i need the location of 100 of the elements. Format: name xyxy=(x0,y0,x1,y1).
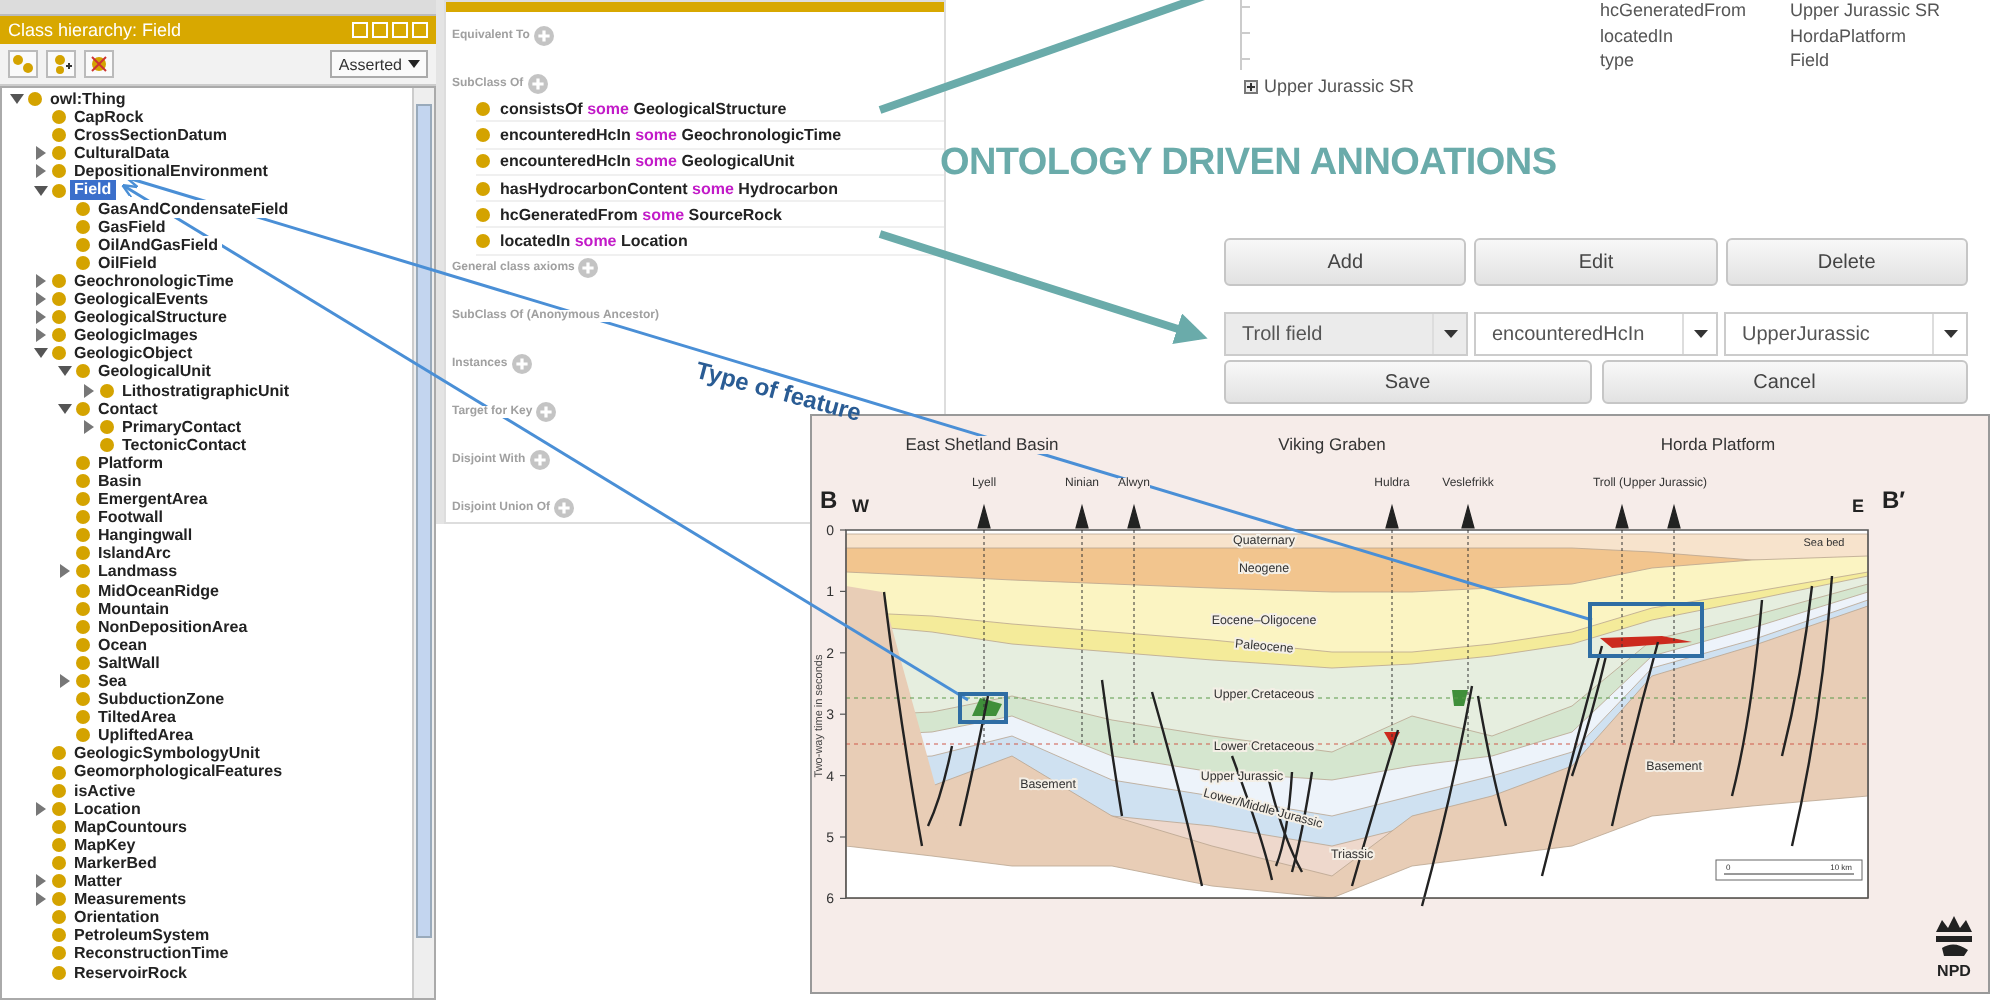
tree-item[interactable]: Landmass xyxy=(94,562,182,582)
tree-item[interactable]: SubductionZone xyxy=(94,690,229,709)
scrollbar[interactable] xyxy=(412,88,434,998)
axiom-text[interactable]: encounteredHcIn some GeologicalUnit xyxy=(500,152,795,171)
expand-triangle-icon[interactable] xyxy=(34,801,48,816)
form-button[interactable]: Cancel xyxy=(1601,360,1968,404)
tree-item[interactable]: ReconstructionTime xyxy=(70,944,233,963)
expand-triangle-icon[interactable] xyxy=(34,292,48,307)
panel-title: Class hierarchy: Field xyxy=(8,20,182,40)
add-sibling-button[interactable] xyxy=(46,50,76,78)
tree-item[interactable]: Orientation xyxy=(70,908,164,927)
tree-item[interactable]: TiltedArea xyxy=(94,708,180,727)
section-end-label: B xyxy=(820,486,838,514)
form-button[interactable]: Add xyxy=(1224,238,1467,286)
tree-item[interactable]: CapRock xyxy=(70,108,148,127)
collapse-triangle-icon[interactable] xyxy=(58,364,72,379)
tree-item[interactable]: Upper Jurassic SR xyxy=(1264,76,1415,96)
property-name: type xyxy=(1600,50,1637,73)
tree-item[interactable]: PetroleumSystem xyxy=(70,926,214,945)
tree-item[interactable]: GeologicImages xyxy=(70,326,202,345)
expand-triangle-icon[interactable] xyxy=(82,383,96,398)
expand-triangle-icon[interactable] xyxy=(34,273,48,288)
tree-item[interactable]: Footwall xyxy=(94,508,167,527)
delete-class-button[interactable] xyxy=(84,50,114,78)
tree-item[interactable]: Contact xyxy=(94,399,162,418)
tree-item[interactable]: SaltWall xyxy=(94,653,164,672)
tree-item[interactable]: GeomorphologicalFeatures xyxy=(70,762,287,782)
expand-triangle-icon[interactable] xyxy=(34,164,48,179)
select-field[interactable]: encounteredHcIn xyxy=(1474,312,1718,356)
tree-item[interactable]: CrossSectionDatum xyxy=(70,126,231,145)
oil-rig-icon xyxy=(1075,503,1089,529)
form-button[interactable]: Save xyxy=(1224,360,1591,404)
tree-item[interactable]: NonDepositionArea xyxy=(94,617,252,636)
tree-item[interactable]: PrimaryContact xyxy=(118,417,246,436)
collapse-triangle-icon[interactable] xyxy=(34,183,48,198)
tree-item[interactable]: MidOceanRidge xyxy=(94,581,223,600)
oil-rig-icon xyxy=(1461,503,1475,529)
section-end-label: E xyxy=(1852,496,1865,516)
caret-icon xyxy=(408,60,420,68)
tree-item[interactable]: GeologicalUnit xyxy=(94,362,215,381)
tree-item[interactable]: OilAndGasField xyxy=(94,235,223,254)
tree-item[interactable]: GeologicalStructure xyxy=(70,308,231,327)
tree-item[interactable]: Platform xyxy=(94,453,167,472)
tree-item[interactable]: MapCountours xyxy=(70,817,191,836)
crown-logo-icon xyxy=(1936,916,1972,956)
tree-item[interactable]: GeologicSymbologyUnit xyxy=(70,744,264,763)
add-subclass-icon xyxy=(12,54,34,74)
caret-icon xyxy=(1443,330,1457,338)
region-label: Horda Platform xyxy=(1660,436,1776,453)
collapse-triangle-icon[interactable] xyxy=(34,346,48,361)
tree-item[interactable]: Measurements xyxy=(70,890,191,909)
tree-item[interactable]: owl:Thing xyxy=(46,90,130,109)
tree-item[interactable]: GeochronologicTime xyxy=(70,271,238,291)
oil-rig-icon xyxy=(977,503,991,529)
axiom-text[interactable]: hcGeneratedFrom some SourceRock xyxy=(500,205,782,224)
tree-item[interactable]: Sea xyxy=(94,672,131,691)
view-mode-dropdown[interactable]: Asserted xyxy=(330,50,428,78)
tree-item[interactable]: EmergentArea xyxy=(94,490,212,509)
tree-item[interactable]: IslandArc xyxy=(94,544,175,563)
axiom-text[interactable]: locatedIn some Location xyxy=(500,232,688,251)
expand-triangle-icon[interactable] xyxy=(58,564,72,579)
collapse-triangle-icon[interactable] xyxy=(10,92,24,107)
select-field[interactable]: UpperJurassic xyxy=(1724,312,1968,356)
expand-triangle-icon[interactable] xyxy=(34,892,48,907)
expand-triangle-icon[interactable] xyxy=(34,874,48,889)
tree-item[interactable]: TectonicContact xyxy=(118,435,251,454)
tree-item[interactable]: Location xyxy=(70,799,145,818)
expand-box-icon[interactable] xyxy=(1244,79,1258,93)
section-end-label: B′ xyxy=(1882,486,1906,514)
caret-icon xyxy=(1943,330,1957,338)
select-field[interactable]: Troll field xyxy=(1224,312,1468,356)
tree-item[interactable]: GeologicalEvents xyxy=(70,290,213,309)
tree-item[interactable]: GeologicObject xyxy=(70,344,197,363)
tree-item[interactable]: GasAndCondensateField xyxy=(94,199,293,218)
form-button[interactable]: Edit xyxy=(1474,238,1718,286)
expand-triangle-icon[interactable] xyxy=(58,674,72,689)
property-name: locatedIn xyxy=(1600,25,1676,48)
tree-item[interactable]: Field xyxy=(70,180,116,200)
form-button[interactable]: Delete xyxy=(1725,238,1968,286)
collapse-triangle-icon[interactable] xyxy=(58,401,72,416)
expand-triangle-icon[interactable] xyxy=(34,146,48,161)
tree-item[interactable]: Hangingwall xyxy=(94,526,197,545)
tree-item[interactable]: LithostratigraphicUnit xyxy=(118,381,294,400)
property-value: HordaPlatform xyxy=(1790,25,1909,48)
expand-triangle-icon[interactable] xyxy=(34,328,48,343)
tree-item[interactable]: UpliftedArea xyxy=(94,726,198,745)
logo-text: NPD xyxy=(1937,962,1971,980)
axiom-text[interactable]: consistsOf some GeologicalStructure xyxy=(500,99,787,118)
tree-item[interactable]: Matter xyxy=(70,872,127,891)
oil-rig-icon xyxy=(1615,503,1629,529)
axiom-text[interactable]: hasHydrocarbonContent some Hydrocarbon xyxy=(500,179,838,198)
tree-item[interactable]: MarkerBed xyxy=(70,853,161,873)
property-value: Upper Jurassic SR xyxy=(1790,0,1941,23)
tree-item[interactable]: DepositionalEnvironment xyxy=(70,162,272,181)
axiom-text[interactable]: encounteredHcIn some GeochronologicTime xyxy=(500,125,842,144)
caret-icon xyxy=(1693,330,1707,338)
tree-item[interactable]: CulturalData xyxy=(70,144,174,163)
expand-triangle-icon[interactable] xyxy=(34,310,48,325)
expand-triangle-icon[interactable] xyxy=(82,419,96,434)
region-label: East Shetland Basin xyxy=(905,436,1059,453)
